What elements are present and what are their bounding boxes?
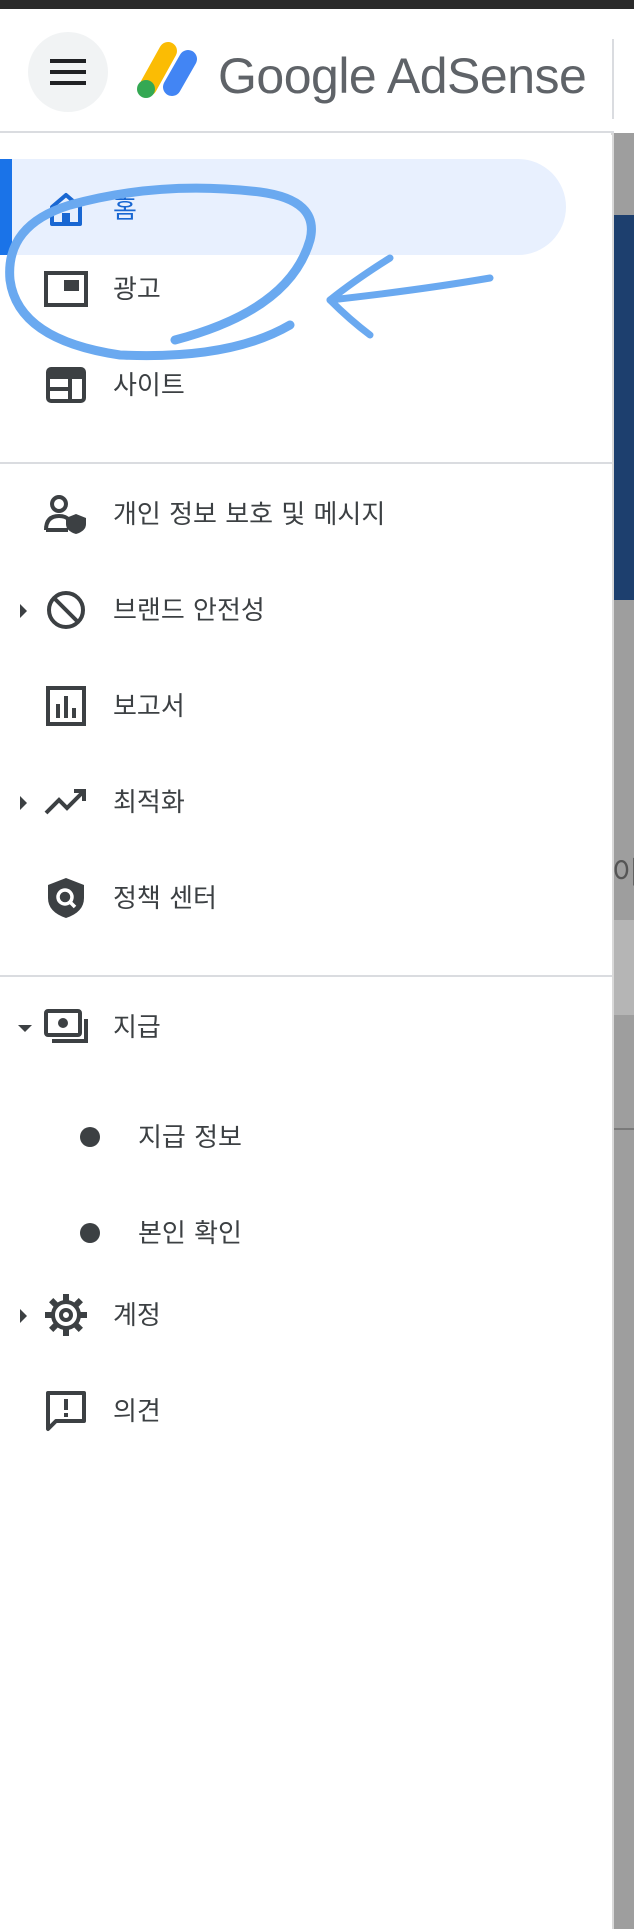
block-icon [42,586,90,634]
header-divider [612,39,614,119]
brand-title[interactable]: Google AdSense [218,47,587,105]
person-shield-icon [42,490,90,538]
nav-label-ads: 광고 [113,275,161,305]
nav-divider [0,975,612,977]
nav-label-payments-info: 지급 정보 [138,1123,242,1153]
background-row [614,920,634,1015]
nav-item-payments[interactable]: 지급 [0,991,612,1087]
nav-label-brand-safety: 브랜드 안전성 [113,596,265,626]
hamburger-icon [50,59,86,85]
active-indicator [0,159,12,255]
expand-arrow-icon[interactable] [20,1309,27,1323]
nav-label-optimization: 최적화 [113,788,185,818]
nav-item-feedback[interactable]: 의견 [0,1375,612,1471]
gear-icon [42,1291,90,1339]
bullet-icon [80,1223,100,1243]
nav-item-policy-center[interactable]: 정책 센터 [0,862,612,958]
feedback-icon [42,1387,90,1435]
nav-label-account: 계정 [113,1301,161,1331]
trending-up-icon [42,778,90,826]
background-banner [614,215,634,600]
nav-divider [0,462,612,464]
nav-label-reports: 보고서 [113,692,185,722]
nav-item-sites[interactable]: 사이트 [0,351,612,447]
nav-label-home: 홈 [113,195,137,225]
background-divider [614,1128,634,1130]
payments-icon [42,1003,90,1051]
nav-item-optimization[interactable]: 최적화 [0,766,612,862]
ad-frame-icon [42,265,90,313]
status-strip [0,0,634,9]
nav-label-privacy: 개인 정보 보호 및 메시지 [113,500,386,530]
nav-label-identity-verification: 본인 확인 [138,1219,242,1249]
nav-item-ads[interactable]: 광고 [0,255,612,351]
bullet-icon [80,1127,100,1147]
nav-subitem-payments-info[interactable]: 지급 정보 [0,1087,612,1183]
nav-item-account[interactable]: 계정 [0,1279,612,1375]
app-header: Google AdSense [0,9,614,133]
expand-arrow-icon[interactable] [20,604,27,618]
collapse-arrow-icon[interactable] [18,1025,32,1032]
nav-label-payments: 지급 [113,1013,161,1043]
site-layout-icon [42,361,90,409]
nav-drawer: 홈 광고 사이트 개인 정보 보호 및 메시지 브랜드 안전성 보고서 최적화 … [0,135,612,1929]
background-partial-text: 이 [612,856,634,891]
nav-label-feedback: 의견 [113,1397,161,1427]
bar-chart-icon [42,682,90,730]
adsense-logo-icon [137,42,197,98]
nav-item-brand-safety[interactable]: 브랜드 안전성 [0,574,612,670]
nav-label-policy-center: 정책 센터 [113,884,217,914]
brand-product: AdSense [386,48,587,104]
nav-subitem-identity-verification[interactable]: 본인 확인 [0,1183,612,1279]
expand-arrow-icon[interactable] [20,796,27,810]
nav-item-home[interactable]: 홈 [0,135,612,255]
menu-button[interactable] [28,32,108,112]
nav-item-reports[interactable]: 보고서 [0,670,612,766]
brand-google: Google [218,48,377,104]
nav-item-privacy[interactable]: 개인 정보 보호 및 메시지 [0,478,612,574]
nav-label-sites: 사이트 [113,371,185,401]
policy-shield-icon [42,874,90,922]
home-icon [42,185,90,233]
